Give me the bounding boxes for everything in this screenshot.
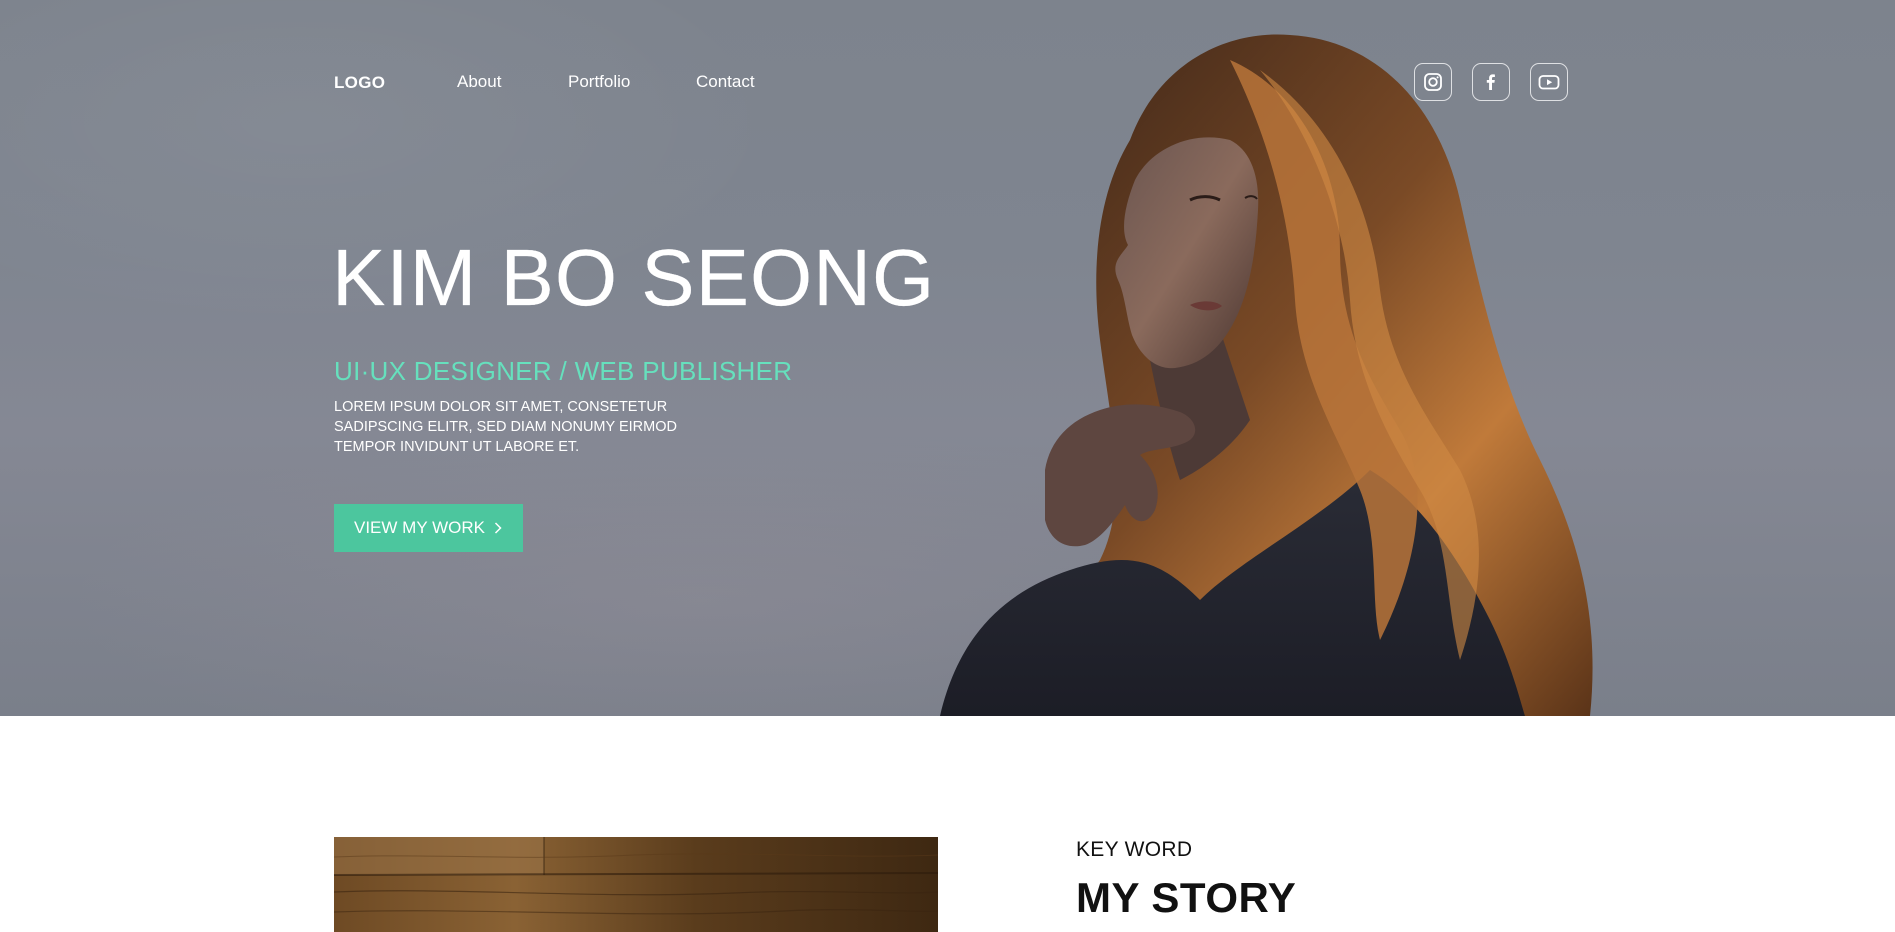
story-title: MY STORY bbox=[1076, 874, 1297, 921]
nav-link-portfolio[interactable]: Portfolio bbox=[568, 72, 630, 92]
youtube-icon bbox=[1538, 75, 1560, 90]
hero-description: LOREM IPSUM DOLOR SIT AMET, CONSETETUR S… bbox=[334, 399, 677, 455]
hero-name: KIM BO SEONG bbox=[332, 233, 936, 322]
social-links bbox=[1414, 63, 1568, 101]
instagram-icon bbox=[1424, 73, 1442, 91]
logo[interactable]: LOGO bbox=[334, 73, 385, 93]
story-image bbox=[334, 837, 938, 932]
youtube-button[interactable] bbox=[1530, 63, 1568, 101]
view-my-work-button[interactable]: VIEW MY WORK bbox=[334, 504, 523, 552]
story-keyword: KEY WORD bbox=[1076, 838, 1193, 861]
chevron-right-icon bbox=[494, 522, 502, 534]
hero-portrait-image bbox=[940, 34, 1593, 716]
facebook-button[interactable] bbox=[1472, 63, 1510, 101]
nav-link-about[interactable]: About bbox=[457, 72, 501, 92]
nav-link-contact[interactable]: Contact bbox=[696, 72, 755, 92]
instagram-button[interactable] bbox=[1414, 63, 1452, 101]
view-my-work-label: VIEW MY WORK bbox=[354, 518, 485, 537]
main-nav: LOGO bbox=[334, 70, 385, 96]
hero-section: LOGO About Portfolio Contact KIM BO SEON… bbox=[0, 0, 1895, 716]
facebook-icon bbox=[1486, 74, 1495, 90]
hero-role: UI·UX DESIGNER / WEB PUBLISHER bbox=[334, 356, 793, 386]
